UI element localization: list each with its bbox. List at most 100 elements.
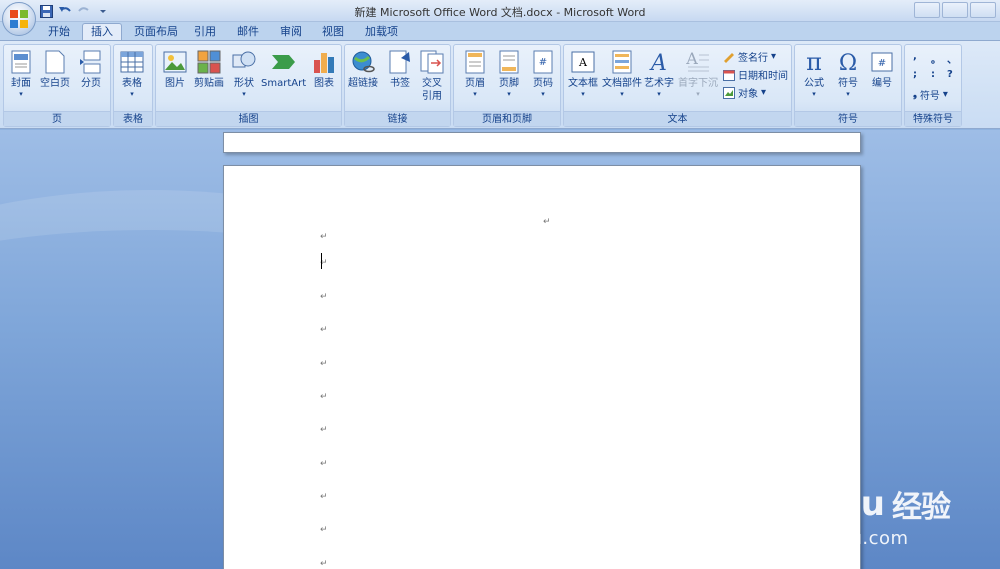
group-label-links: 链接 [345, 111, 450, 126]
previous-page[interactable] [223, 132, 861, 153]
bookmark-button[interactable]: 书签 [387, 49, 413, 90]
text-cursor [321, 253, 322, 269]
office-button[interactable] [2, 2, 36, 36]
group-special-symbols: , 。 、 ; : ? ❟ 符号 ▾ 特殊符号 [904, 44, 962, 127]
document-workspace: ↵ ↵ ↵ ↵ ↵ ↵ ↵ ↵ ↵ ↵ ↵ ↵ Bai du 经验 jingya… [0, 130, 1000, 569]
wordart-button[interactable]: A 艺术字 ▾ [644, 49, 674, 99]
clip-art-icon [196, 49, 222, 75]
tab-page-layout[interactable]: 页面布局 [126, 24, 186, 41]
date-time-button[interactable]: 日期和时间 [723, 67, 788, 82]
page-break-icon [78, 49, 104, 75]
table-button[interactable]: 表格 ▾ [119, 49, 145, 99]
picture-icon [162, 49, 188, 75]
special-symbol-button[interactable]: ❟ 符号 ▾ [913, 87, 948, 102]
smartart-button[interactable]: SmartArt [261, 49, 306, 90]
tab-add-ins[interactable]: 加载项 [357, 24, 406, 41]
chevron-down-icon: ▾ [581, 90, 585, 98]
window-title: 新建 Microsoft Office Word 文档.docx - Micro… [354, 6, 646, 19]
chevron-down-icon: ▾ [19, 90, 23, 98]
footer-button[interactable]: 页脚 ▾ [496, 49, 522, 99]
clip-art-button[interactable]: 剪贴画 [194, 49, 224, 90]
minimize-button[interactable] [914, 2, 940, 18]
special-char-question[interactable]: ? [947, 69, 953, 80]
cross-reference-button[interactable]: 交叉引用 [419, 49, 445, 103]
chevron-down-icon: ▾ [942, 89, 948, 100]
comma-icon: ❟ [913, 89, 917, 100]
cover-page-icon [8, 49, 34, 75]
chart-icon [311, 49, 337, 75]
object-button[interactable]: 对象 ▾ [723, 85, 766, 100]
chevron-down-icon: ▾ [846, 90, 850, 98]
paragraph-mark: ↵ [320, 559, 328, 569]
calendar-icon [723, 69, 735, 81]
quick-parts-button[interactable]: 文档部件 ▾ [602, 49, 642, 99]
hyperlink-button[interactable]: 超链接 [348, 49, 378, 90]
page-number-button[interactable]: # 页码 ▾ [530, 49, 556, 99]
bookmark-icon [387, 49, 413, 75]
chevron-down-icon: ▾ [620, 90, 624, 98]
group-symbols: π 公式 ▾ Ω 符号 ▾ # 编号 符号 [794, 44, 902, 127]
cross-reference-icon [419, 49, 445, 75]
picture-button[interactable]: 图片 [162, 49, 188, 90]
close-button[interactable] [970, 2, 996, 18]
baidu-jingyan-watermark: Bai du 经验 jingyan.baidu.com [733, 484, 951, 549]
group-label-text: 文本 [564, 111, 791, 126]
symbol-button[interactable]: Ω 符号 ▾ [835, 49, 861, 99]
shapes-icon [231, 49, 257, 75]
chevron-down-icon: ▾ [657, 90, 661, 98]
omega-icon: Ω [835, 49, 861, 75]
group-pages: 封面 ▾ 空白页 分页 页 [3, 44, 111, 127]
numbering-icon: # [869, 49, 895, 75]
tab-references[interactable]: 引用 [186, 24, 224, 41]
group-links: 超链接 书签 交叉引用 链接 [344, 44, 451, 127]
svg-text:Ω: Ω [839, 51, 857, 74]
chevron-down-icon: ▾ [696, 90, 700, 98]
signature-pen-icon [724, 52, 734, 63]
paragraph-mark: ↵ [320, 492, 328, 502]
chevron-down-icon: ▾ [771, 51, 777, 62]
svg-text:π: π [806, 50, 822, 74]
numbering-button[interactable]: # 编号 [869, 49, 895, 90]
header-icon [462, 49, 488, 75]
tab-review[interactable]: 审阅 [272, 24, 310, 41]
special-char-semicolon[interactable]: ; [913, 69, 917, 80]
object-icon [723, 86, 735, 99]
special-char-enum-comma[interactable]: 、 [947, 51, 957, 66]
shapes-button[interactable]: 形状 ▾ [231, 49, 257, 99]
smartart-icon [271, 49, 297, 75]
wordart-icon: A [646, 49, 672, 75]
blank-page-button[interactable]: 空白页 [40, 49, 70, 90]
paragraph-mark: ↵ [320, 425, 328, 435]
text-box-icon: A [570, 49, 596, 75]
table-icon [119, 49, 145, 75]
chevron-down-icon: ▾ [761, 87, 767, 98]
special-char-comma[interactable]: , [913, 51, 917, 62]
signature-line-button[interactable]: 签名行 ▾ [723, 49, 776, 64]
group-label-symbols: 符号 [795, 111, 901, 126]
equation-button[interactable]: π 公式 ▾ [801, 49, 827, 99]
page-break-button[interactable]: 分页 [78, 49, 104, 90]
chevron-down-icon: ▾ [541, 90, 545, 98]
chevron-down-icon: ▾ [130, 90, 134, 98]
cover-page-button[interactable]: 封面 ▾ [8, 49, 34, 99]
baidu-paw-icon [800, 489, 826, 517]
text-box-button[interactable]: A 文本框 ▾ [568, 49, 598, 99]
maximize-button[interactable] [942, 2, 968, 18]
group-header-footer: 页眉 ▾ 页脚 ▾ # 页码 ▾ 页眉和页脚 [453, 44, 561, 127]
blank-page-icon [42, 49, 68, 75]
special-char-period[interactable]: 。 [931, 51, 941, 66]
title-bar: 新建 Microsoft Office Word 文档.docx - Micro… [0, 0, 1000, 22]
ribbon: 封面 ▾ 空白页 分页 页 表格 ▾ 表格 图片 剪贴画 形状 ▾ SmartA… [0, 40, 1000, 129]
group-label-illustrations: 插图 [156, 111, 341, 126]
drop-cap-button[interactable]: A 首字下沉 ▾ [678, 49, 718, 99]
tab-home[interactable]: 开始 [40, 24, 78, 41]
special-char-colon[interactable]: : [931, 69, 935, 80]
paragraph-mark: ↵ [320, 292, 328, 302]
chart-button[interactable]: 图表 [311, 49, 337, 90]
svg-text:#: # [539, 57, 547, 68]
header-button[interactable]: 页眉 ▾ [462, 49, 488, 99]
tab-view[interactable]: 视图 [314, 24, 352, 41]
paragraph-mark: ↵ [320, 359, 328, 369]
group-label-tables: 表格 [114, 111, 152, 126]
tab-mailings[interactable]: 邮件 [229, 24, 267, 41]
